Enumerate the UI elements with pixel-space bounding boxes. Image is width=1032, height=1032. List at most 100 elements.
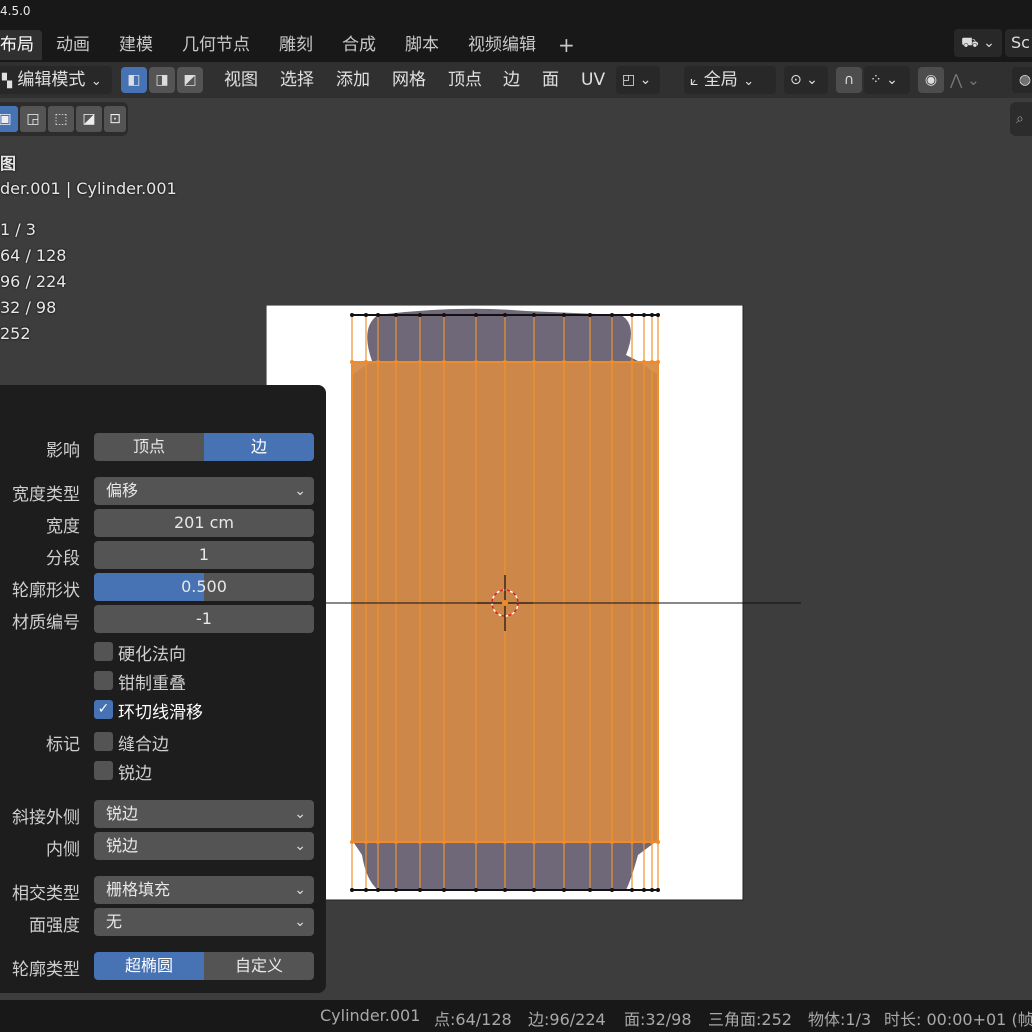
miter-outer-dropdown[interactable]: 锐边 ⌄	[94, 800, 314, 828]
loop-slide-checkbox[interactable]: ✓	[94, 700, 113, 719]
profile-type-custom[interactable]: 自定义	[204, 952, 314, 980]
mesh-vertex	[503, 313, 507, 317]
tab-compositing[interactable]: 合成	[334, 30, 384, 60]
material-index-field[interactable]: -1	[94, 605, 314, 633]
mesh-vertex	[350, 888, 354, 892]
pivot-icon[interactable]: ⊙ ⌄	[784, 66, 828, 94]
tab-modeling[interactable]: 建模	[111, 30, 161, 60]
select-intersect-icon[interactable]: ⊡	[104, 106, 126, 132]
scene-selector[interactable]: Sc	[1005, 29, 1032, 57]
mesh-vertex	[394, 313, 398, 317]
mesh-vertex	[630, 840, 634, 844]
mesh-vertex	[610, 313, 614, 317]
segments-field[interactable]: 1	[94, 541, 314, 569]
mesh-vertex	[442, 840, 446, 844]
vertex-select-icon[interactable]: ◧	[121, 67, 147, 93]
tab-layout[interactable]: 布局	[0, 30, 42, 60]
mesh-vertex	[503, 888, 507, 892]
select-invert-icon[interactable]: ◪	[76, 106, 102, 132]
affect-vertices-option[interactable]: 顶点	[94, 433, 204, 461]
tool-settings-icon[interactable]: ⌕	[1010, 102, 1032, 136]
face-strength-dropdown[interactable]: 无 ⌄	[94, 908, 314, 936]
clamp-overlap-checkbox[interactable]	[94, 671, 113, 690]
menu-edge[interactable]: 边	[503, 66, 520, 94]
mesh-vertex	[532, 840, 536, 844]
view-name: 图	[0, 154, 17, 173]
stat-objects: 1 / 3	[0, 220, 36, 239]
mesh-vertex	[650, 313, 654, 317]
mark-sharp-checkbox[interactable]	[94, 761, 113, 780]
select-extend-icon[interactable]: ◲	[20, 106, 46, 132]
transform-orientation-dropdown[interactable]: ⟀ 全局 ⌄	[684, 66, 776, 94]
intersection-type-label: 相交类型	[12, 884, 80, 904]
miter-inner-value: 锐边	[106, 836, 139, 855]
miter-inner-dropdown[interactable]: 锐边 ⌄	[94, 832, 314, 860]
mesh-vertex	[474, 840, 478, 844]
profile-shape-slider[interactable]: 0.500	[94, 573, 314, 601]
falloff-icon[interactable]: ⋀ ⌄	[950, 66, 994, 94]
snap-icon[interactable]: ∩	[836, 67, 862, 93]
width-type-label: 宽度类型	[12, 485, 80, 505]
face-select-icon[interactable]: ◩	[177, 67, 203, 93]
menu-view[interactable]: 视图	[224, 66, 258, 94]
status-tris: 三角面:252	[708, 1010, 792, 1029]
transform-orientation-icon: ⟀	[690, 73, 699, 89]
mesh-vertex	[394, 840, 398, 844]
tab-animation[interactable]: 动画	[48, 30, 98, 60]
mesh-vertex	[642, 840, 646, 844]
mesh-vertex	[532, 888, 536, 892]
miter-outer-label: 斜接外侧	[12, 808, 80, 828]
mode-dropdown[interactable]: ▚ 编辑模式 ⌄	[0, 66, 112, 94]
mesh-vertex	[630, 888, 634, 892]
clamp-overlap-label: 钳制重叠	[118, 674, 186, 694]
profile-type-superellipse[interactable]: 超椭圆	[94, 952, 204, 980]
menu-uv[interactable]: UV	[581, 66, 605, 94]
chevron-down-icon: ⌄	[294, 882, 306, 898]
mesh-vertex	[656, 888, 660, 892]
mesh-vertex	[650, 888, 654, 892]
workspace-add-icon[interactable]: +	[550, 30, 583, 60]
menu-face[interactable]: 面	[542, 66, 559, 94]
select-subtract-icon[interactable]: ⬚	[48, 106, 74, 132]
menu-vertex[interactable]: 顶点	[448, 66, 482, 94]
mesh-vertex	[610, 840, 614, 844]
proportional-edit-icon[interactable]: ◉	[918, 67, 944, 93]
title-bar: 4.5.0	[0, 0, 1032, 26]
tab-video-editing[interactable]: 视频编辑	[460, 30, 544, 60]
mesh-vertex	[474, 313, 478, 317]
harden-normals-checkbox[interactable]	[94, 642, 113, 661]
mesh-vertex	[588, 888, 592, 892]
mesh-vertex	[650, 840, 654, 844]
width-label: 宽度	[46, 517, 80, 537]
profile-shape-label: 轮廓形状	[12, 581, 80, 601]
viewport-gizmo-icon[interactable]: ◍	[1012, 67, 1032, 93]
width-field[interactable]: 201 cm	[94, 509, 314, 537]
mesh-vertex	[656, 313, 660, 317]
menu-select[interactable]: 选择	[280, 66, 314, 94]
menu-add[interactable]: 添加	[336, 66, 370, 94]
uv-sync-dropdown[interactable]: ◰ ⌄	[616, 66, 660, 94]
edge-select-icon[interactable]: ◨	[149, 67, 175, 93]
blender-window: 4.5.0 布局 动画 建模 几何节点 雕刻 合成 脚本 视频编辑 + ⛟ ⌄ …	[0, 0, 1032, 1032]
tab-geometry-nodes[interactable]: 几何节点	[174, 30, 258, 60]
status-faces: 面:32/98	[624, 1010, 692, 1029]
menu-mesh[interactable]: 网格	[392, 66, 426, 94]
mesh-vertex	[588, 840, 592, 844]
mesh-vertex	[364, 313, 368, 317]
object-name-line: der.001 | Cylinder.001	[0, 179, 177, 198]
width-type-dropdown[interactable]: 偏移 ⌄	[94, 477, 314, 505]
width-type-value: 偏移	[106, 481, 139, 500]
scene-icon[interactable]: ⛟ ⌄	[954, 29, 1002, 57]
stat-edges: 96 / 224	[0, 272, 67, 291]
mark-seam-checkbox[interactable]	[94, 732, 113, 751]
affect-edges-option[interactable]: 边	[204, 433, 314, 461]
tab-scripting[interactable]: 脚本	[397, 30, 447, 60]
intersection-type-dropdown[interactable]: 栅格填充 ⌄	[94, 876, 314, 904]
miter-inner-label: 内侧	[46, 840, 80, 860]
status-verts: 点:64/128	[434, 1010, 512, 1029]
mesh-vertex	[630, 360, 634, 364]
snap-target-icon[interactable]: ⁘ ⌄	[864, 66, 910, 94]
tab-sculpting[interactable]: 雕刻	[271, 30, 321, 60]
select-new-icon[interactable]: ▣	[0, 106, 18, 132]
mesh-vertex	[562, 888, 566, 892]
